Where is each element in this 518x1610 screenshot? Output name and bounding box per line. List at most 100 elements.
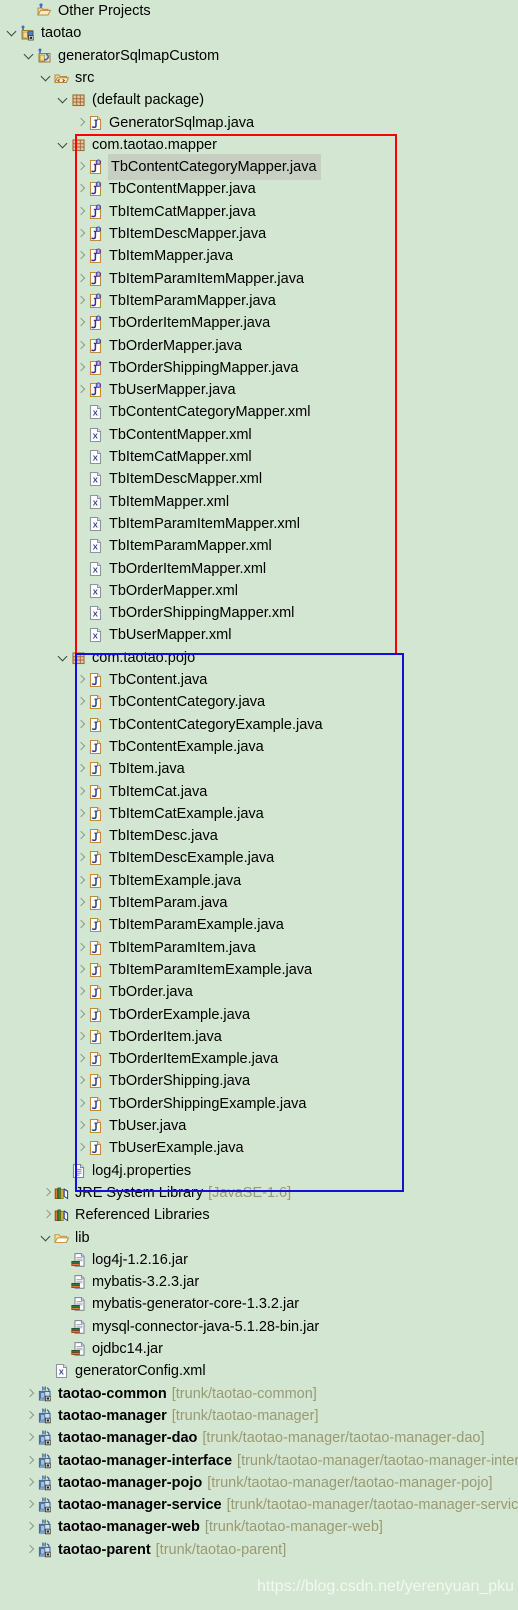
tree-item[interactable]: TbItemParam.java <box>74 892 227 914</box>
chevron-right-icon[interactable] <box>74 245 87 267</box>
chevron-right-icon[interactable] <box>74 803 87 825</box>
tree-item[interactable]: Mtaotao-manager-interface [trunk/taotao-m… <box>23 1450 518 1472</box>
tree-item[interactable]: X TbItemDescMapper.xml <box>74 468 262 490</box>
tree-item[interactable]: log4j.properties <box>57 1160 191 1182</box>
chevron-right-icon[interactable] <box>23 1405 36 1427</box>
tree-item[interactable]: X TbContentMapper.xml <box>74 424 252 446</box>
chevron-right-icon[interactable] <box>74 112 87 134</box>
tree-item[interactable]: X TbItemMapper.xml <box>74 491 229 513</box>
tree-item[interactable]: TbItemParamExample.java <box>74 914 284 936</box>
chevron-right-icon[interactable] <box>74 379 87 401</box>
tree-item[interactable]: I TbOrderShippingMapper.java <box>74 357 298 379</box>
tree-item[interactable]: com.taotao.pojo <box>57 647 195 669</box>
chevron-right-icon[interactable] <box>74 959 87 981</box>
chevron-right-icon[interactable] <box>74 1048 87 1070</box>
chevron-down-icon[interactable] <box>57 647 70 669</box>
tree-item[interactable]: generatorSqlmapCustom <box>23 45 219 67</box>
tree-item[interactable]: Mtaotao-manager-pojo [trunk/taotao-manage… <box>23 1472 493 1494</box>
chevron-right-icon[interactable] <box>74 758 87 780</box>
tree-item[interactable]: TbContentCategoryExample.java <box>74 714 323 736</box>
chevron-right-icon[interactable] <box>23 1427 36 1449</box>
tree-item[interactable]: X TbOrderItemMapper.xml <box>74 558 266 580</box>
chevron-right-icon[interactable] <box>74 937 87 959</box>
tree-item[interactable]: I TbItemParamMapper.java <box>74 290 276 312</box>
tree-item[interactable]: TbOrderItemExample.java <box>74 1048 278 1070</box>
tree-item[interactable]: ojdbc14.jar <box>57 1338 163 1360</box>
chevron-right-icon[interactable] <box>74 357 87 379</box>
tree-item[interactable]: Mtaotao-manager-dao [trunk/taotao-manager… <box>23 1427 485 1449</box>
chevron-right-icon[interactable] <box>74 312 87 334</box>
chevron-right-icon[interactable] <box>74 201 87 223</box>
chevron-right-icon[interactable] <box>74 1026 87 1048</box>
tree-item[interactable]: src <box>40 67 94 89</box>
tree-item[interactable]: X TbOrderMapper.xml <box>74 580 238 602</box>
tree-item[interactable]: Other Projects <box>23 0 151 22</box>
tree-item[interactable]: Mtaotao-manager-web [trunk/taotao-manager… <box>23 1516 383 1538</box>
chevron-right-icon[interactable] <box>74 669 87 691</box>
chevron-down-icon[interactable] <box>23 45 36 67</box>
tree-item[interactable]: TbOrderShipping.java <box>74 1070 250 1092</box>
tree-item[interactable]: (default package) <box>57 89 204 111</box>
tree-item[interactable]: TbItemDesc.java <box>74 825 218 847</box>
tree-item[interactable]: TbItemCatExample.java <box>74 803 264 825</box>
tree-item[interactable]: I TbContentMapper.java <box>74 178 256 200</box>
chevron-right-icon[interactable] <box>74 691 87 713</box>
tree-item[interactable]: TbContent.java <box>74 669 207 691</box>
tree-item[interactable]: TbItemParamItemExample.java <box>74 959 312 981</box>
tree-item[interactable]: TbItem.java <box>74 758 185 780</box>
chevron-right-icon[interactable] <box>74 1115 87 1137</box>
chevron-right-icon[interactable] <box>23 1450 36 1472</box>
tree-item[interactable]: X TbItemParamMapper.xml <box>74 535 272 557</box>
chevron-right-icon[interactable] <box>74 736 87 758</box>
tree-item[interactable]: X TbItemParamItemMapper.xml <box>74 513 300 535</box>
tree-item[interactable]: TbItemDescExample.java <box>74 847 274 869</box>
chevron-down-icon[interactable] <box>40 1227 53 1249</box>
tree-item[interactable]: Referenced Libraries <box>40 1204 210 1226</box>
tree-item[interactable]: log4j-1.2.16.jar <box>57 1249 188 1271</box>
chevron-right-icon[interactable] <box>23 1516 36 1538</box>
chevron-right-icon[interactable] <box>74 870 87 892</box>
tree-item[interactable]: X TbContentCategoryMapper.xml <box>74 401 311 423</box>
chevron-right-icon[interactable] <box>23 1383 36 1405</box>
tree-item[interactable]: com.taotao.mapper <box>57 134 217 156</box>
tree-item[interactable]: TbUser.java <box>74 1115 186 1137</box>
chevron-right-icon[interactable] <box>74 268 87 290</box>
tree-item[interactable]: X TbItemCatMapper.xml <box>74 446 252 468</box>
tree-item[interactable]: TbItemCat.java <box>74 781 207 803</box>
project-explorer-tree[interactable]: Other Projects taotao generatorSqlmapCusto… <box>0 0 518 1610</box>
tree-item[interactable]: TbUserExample.java <box>74 1137 244 1159</box>
chevron-right-icon[interactable] <box>74 981 87 1003</box>
tree-item[interactable]: TbItemParamItem.java <box>74 937 256 959</box>
chevron-right-icon[interactable] <box>74 1137 87 1159</box>
tree-item[interactable]: TbOrderItem.java <box>74 1026 222 1048</box>
chevron-right-icon[interactable] <box>23 1494 36 1516</box>
chevron-right-icon[interactable] <box>74 335 87 357</box>
chevron-right-icon[interactable] <box>40 1182 53 1204</box>
chevron-right-icon[interactable] <box>74 914 87 936</box>
chevron-right-icon[interactable] <box>74 223 87 245</box>
chevron-right-icon[interactable] <box>23 1472 36 1494</box>
tree-item[interactable]: JRE System Library [JavaSE-1.6] <box>40 1182 291 1204</box>
tree-item[interactable]: I TbContentCategoryMapper.java <box>74 155 320 180</box>
chevron-right-icon[interactable] <box>74 825 87 847</box>
tree-item[interactable]: I TbItemCatMapper.java <box>74 201 256 223</box>
tree-item[interactable]: I TbItemDescMapper.java <box>74 223 266 245</box>
chevron-right-icon[interactable] <box>74 714 87 736</box>
tree-item[interactable]: TbOrderExample.java <box>74 1004 250 1026</box>
chevron-right-icon[interactable] <box>40 1204 53 1226</box>
chevron-down-icon[interactable] <box>57 89 70 111</box>
tree-item[interactable]: I TbOrderItemMapper.java <box>74 312 270 334</box>
tree-item[interactable]: TbOrderShippingExample.java <box>74 1093 306 1115</box>
tree-item[interactable]: mybatis-3.2.3.jar <box>57 1271 199 1293</box>
tree-item[interactable]: XgeneratorConfig.xml <box>40 1360 206 1382</box>
tree-item[interactable]: TbOrder.java <box>74 981 193 1003</box>
tree-item[interactable]: Mtaotao-common [trunk/taotao-common] <box>23 1383 317 1405</box>
tree-item[interactable]: X TbOrderShippingMapper.xml <box>74 602 294 624</box>
chevron-right-icon[interactable] <box>74 290 87 312</box>
chevron-right-icon[interactable] <box>74 892 87 914</box>
tree-item[interactable]: TbItemExample.java <box>74 870 241 892</box>
chevron-down-icon[interactable] <box>6 22 19 44</box>
tree-item[interactable]: Mtaotao-parent [trunk/taotao-parent] <box>23 1539 286 1561</box>
chevron-right-icon[interactable] <box>74 781 87 803</box>
chevron-right-icon[interactable] <box>74 1093 87 1115</box>
